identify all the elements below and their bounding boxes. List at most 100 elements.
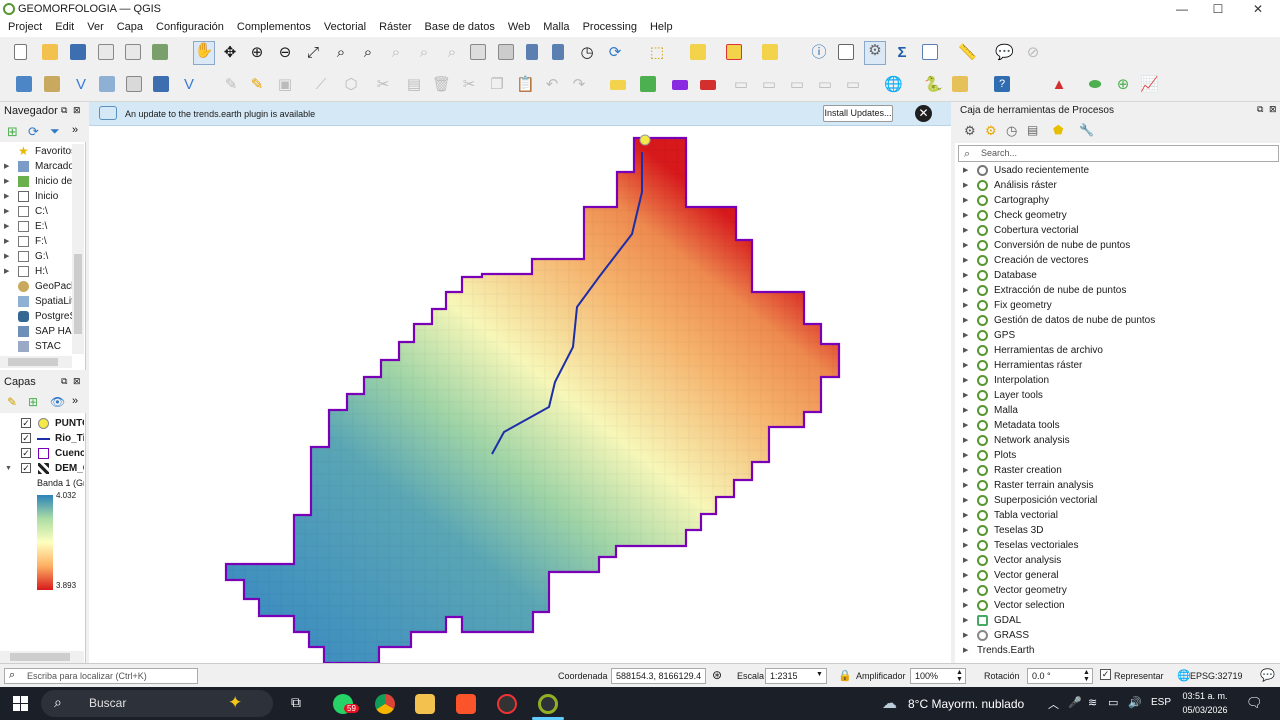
new-shapefile-layer-icon[interactable]: V xyxy=(72,76,90,94)
browser-item-drive-c[interactable]: ▶ C:\ xyxy=(0,204,76,219)
expand-arrow-icon[interactable]: ▶ xyxy=(963,268,968,283)
panel-close-icon[interactable]: ⊠ xyxy=(73,105,81,116)
menu-web[interactable]: Web xyxy=(500,19,535,33)
expand-arrow-icon[interactable]: ▶ xyxy=(963,253,968,268)
map-tips-icon[interactable]: 💬 xyxy=(995,44,1014,62)
processing-item[interactable]: ▶ Network analysis xyxy=(955,433,1275,448)
delete-selected-icon[interactable]: 🗑 xyxy=(432,76,451,94)
expand-arrow-icon[interactable]: ▶ xyxy=(963,283,968,298)
close-message-icon[interactable]: ✕ xyxy=(915,105,932,122)
new-mesh-layer-icon[interactable] xyxy=(153,76,171,94)
lock-icon[interactable]: 🔒 xyxy=(838,669,852,682)
processing-item[interactable]: ▶ Vector selection xyxy=(955,598,1275,613)
processing-item[interactable]: ▶ Trends.Earth xyxy=(955,643,1275,658)
copy-features-icon[interactable]: ❐ xyxy=(488,76,506,94)
processing-item[interactable]: ▶ Herramientas de archivo xyxy=(955,343,1275,358)
processing-item[interactable]: ▶ Check geometry xyxy=(955,208,1275,223)
weather-text[interactable]: 8°C Mayorm. nublado xyxy=(908,697,1024,711)
profile-tool-icon[interactable]: 📈 xyxy=(1140,76,1159,94)
zoom-full-icon[interactable]: ⤢ xyxy=(304,44,322,62)
processing-item[interactable]: ▶ Fix geometry xyxy=(955,298,1275,313)
processing-item[interactable]: ▶ Extracción de nube de puntos xyxy=(955,283,1275,298)
volume-icon[interactable]: 🔊 xyxy=(1128,696,1142,709)
new-map-view-icon[interactable] xyxy=(470,44,488,62)
panel-float-icon[interactable]: ⧉ xyxy=(61,376,67,387)
layer-item-dem[interactable]: ▼✓DEM_Cuenca xyxy=(0,461,84,476)
more-tools-icon[interactable]: » xyxy=(72,124,78,136)
coordinate-toggle-icon[interactable]: ⊛ xyxy=(712,668,722,682)
processing-item[interactable]: ▶ Layer tools xyxy=(955,388,1275,403)
spinner-icon[interactable]: ▲ ▼ xyxy=(956,669,963,683)
browser-item-drive-e[interactable]: ▶ E:\ xyxy=(0,219,76,234)
label-properties-icon[interactable]: ▭ xyxy=(844,76,862,94)
layer-styling-icon[interactable]: ✎ xyxy=(7,395,17,409)
expand-arrow-icon[interactable]: ▶ xyxy=(963,538,968,553)
models-icon[interactable]: ⚙ xyxy=(964,123,976,139)
paste-features-icon[interactable]: 📋 xyxy=(516,76,535,94)
windows-start-icon[interactable] xyxy=(13,696,28,711)
label-tool-icon[interactable] xyxy=(610,76,628,94)
browser-hscrollbar[interactable] xyxy=(0,356,72,368)
edit-in-place-icon[interactable]: ⬟ xyxy=(1053,123,1063,137)
processing-item[interactable]: ▶ GPS xyxy=(955,328,1275,343)
menu-settings[interactable]: Configuración xyxy=(148,19,229,33)
toggle-editing-icon[interactable]: ✎ xyxy=(248,76,266,94)
file-explorer-app-icon[interactable] xyxy=(415,694,435,714)
menu-layer[interactable]: Capa xyxy=(109,19,148,33)
plugin-tool-icon[interactable]: ⊕ xyxy=(1114,76,1132,94)
expand-arrow-icon[interactable]: ▶ xyxy=(963,613,968,628)
menu-mesh[interactable]: Malla xyxy=(535,19,574,33)
expand-arrow-icon[interactable]: ▶ xyxy=(963,583,968,598)
zoom-native-icon[interactable]: ⌕ xyxy=(387,44,405,62)
pan-map-icon[interactable]: ✋ xyxy=(193,41,215,65)
expand-arrow-icon[interactable]: ▶ xyxy=(963,193,968,208)
expand-arrow-icon[interactable]: ▶ xyxy=(963,418,968,433)
processing-item[interactable]: ▶ GRASS xyxy=(955,628,1275,643)
brave-app-icon[interactable] xyxy=(456,694,476,714)
save-project-icon[interactable] xyxy=(70,44,88,62)
zoom-out-icon[interactable]: ⊖ xyxy=(276,44,294,62)
menu-help[interactable]: Help xyxy=(642,19,678,33)
layer-visibility-checkbox[interactable]: ✓ xyxy=(21,433,31,443)
browser-item-favorites[interactable]: ★ Favoritos xyxy=(0,144,76,159)
new-project-icon[interactable] xyxy=(14,44,32,62)
browser-item-postgresql[interactable]: PostgreSQL xyxy=(0,309,76,324)
python-console-icon[interactable]: 🐍 xyxy=(924,76,943,94)
layer-item-rio[interactable]: ✓Rio_Tiquina xyxy=(0,431,84,446)
refresh-icon[interactable]: ⟳ xyxy=(606,44,624,62)
crs-globe-icon[interactable]: 🌐 xyxy=(1177,669,1191,682)
microphone-icon[interactable]: 🎤 xyxy=(1068,696,1082,709)
browser-item-drive-h[interactable]: ▶ H:\ xyxy=(0,264,76,279)
processing-item[interactable]: ▶ Interpolation xyxy=(955,373,1275,388)
new-virtual-layer-icon[interactable]: V xyxy=(180,76,198,94)
maximize-button[interactable]: ☐ xyxy=(1208,2,1228,17)
processing-item[interactable]: ▶ Usado recientemente xyxy=(955,163,1275,178)
browser-item-spatialite[interactable]: SpatiaLite xyxy=(0,294,76,309)
rotate-label-icon[interactable]: ▭ xyxy=(788,76,806,94)
panel-close-icon[interactable]: ⊠ xyxy=(1269,104,1277,115)
help-contents-icon[interactable]: ? xyxy=(994,76,1012,94)
zoom-selection-icon[interactable]: ⌕ xyxy=(332,44,350,62)
messages-icon[interactable]: 💬 xyxy=(1260,668,1275,682)
processing-item[interactable]: ▶ Vector geometry xyxy=(955,583,1275,598)
layer-visibility-checkbox[interactable]: ✓ xyxy=(21,463,31,473)
render-checkbox[interactable]: ✓ xyxy=(1100,669,1111,680)
recorder-app-icon[interactable] xyxy=(497,694,517,714)
new-geopackage-layer-icon[interactable] xyxy=(44,76,62,94)
digitize-line-icon[interactable]: ⟋ xyxy=(312,76,330,94)
collapse-icon[interactable]: ▼ xyxy=(5,461,12,476)
expand-arrow-icon[interactable]: ▶ xyxy=(963,523,968,538)
browser-item-project-home[interactable]: ▶Inicio de proyecto xyxy=(0,174,76,189)
processing-item[interactable]: ▶ Raster terrain analysis xyxy=(955,478,1275,493)
history-icon[interactable]: ◷ xyxy=(1006,123,1017,139)
processing-item[interactable]: ▶ GDAL xyxy=(955,613,1275,628)
expand-arrow-icon[interactable]: ▶ xyxy=(963,448,968,463)
language-indicator[interactable]: ESP xyxy=(1151,697,1171,708)
processing-item[interactable]: ▶ Plots xyxy=(955,448,1275,463)
menu-raster[interactable]: Ráster xyxy=(371,19,416,33)
plugin-folder-icon[interactable] xyxy=(952,76,970,94)
processing-item[interactable]: ▶ Cartography xyxy=(955,193,1275,208)
battery-icon[interactable]: ▭ xyxy=(1108,696,1118,709)
trends-earth-icon[interactable]: ⬬ xyxy=(1086,76,1104,94)
map-canvas[interactable] xyxy=(89,102,951,663)
